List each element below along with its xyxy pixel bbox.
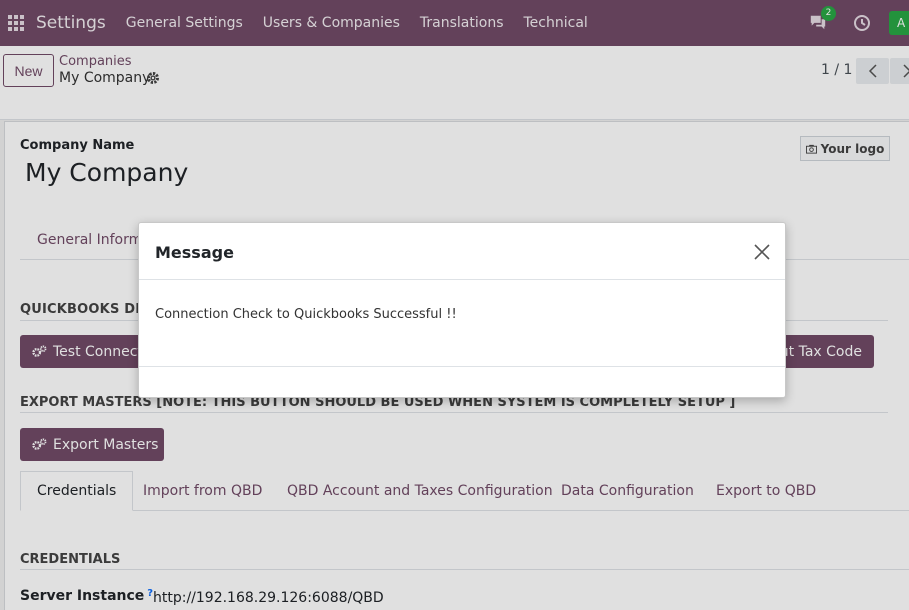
dialog-footer: [139, 366, 785, 367]
dialog-message: Connection Check to Quickbooks Successfu…: [155, 307, 457, 322]
close-icon[interactable]: [751, 241, 773, 263]
message-dialog: Message Connection Check to Quickbooks S…: [138, 222, 786, 398]
dialog-header: Message: [139, 223, 785, 280]
dialog-title: Message: [155, 243, 234, 262]
